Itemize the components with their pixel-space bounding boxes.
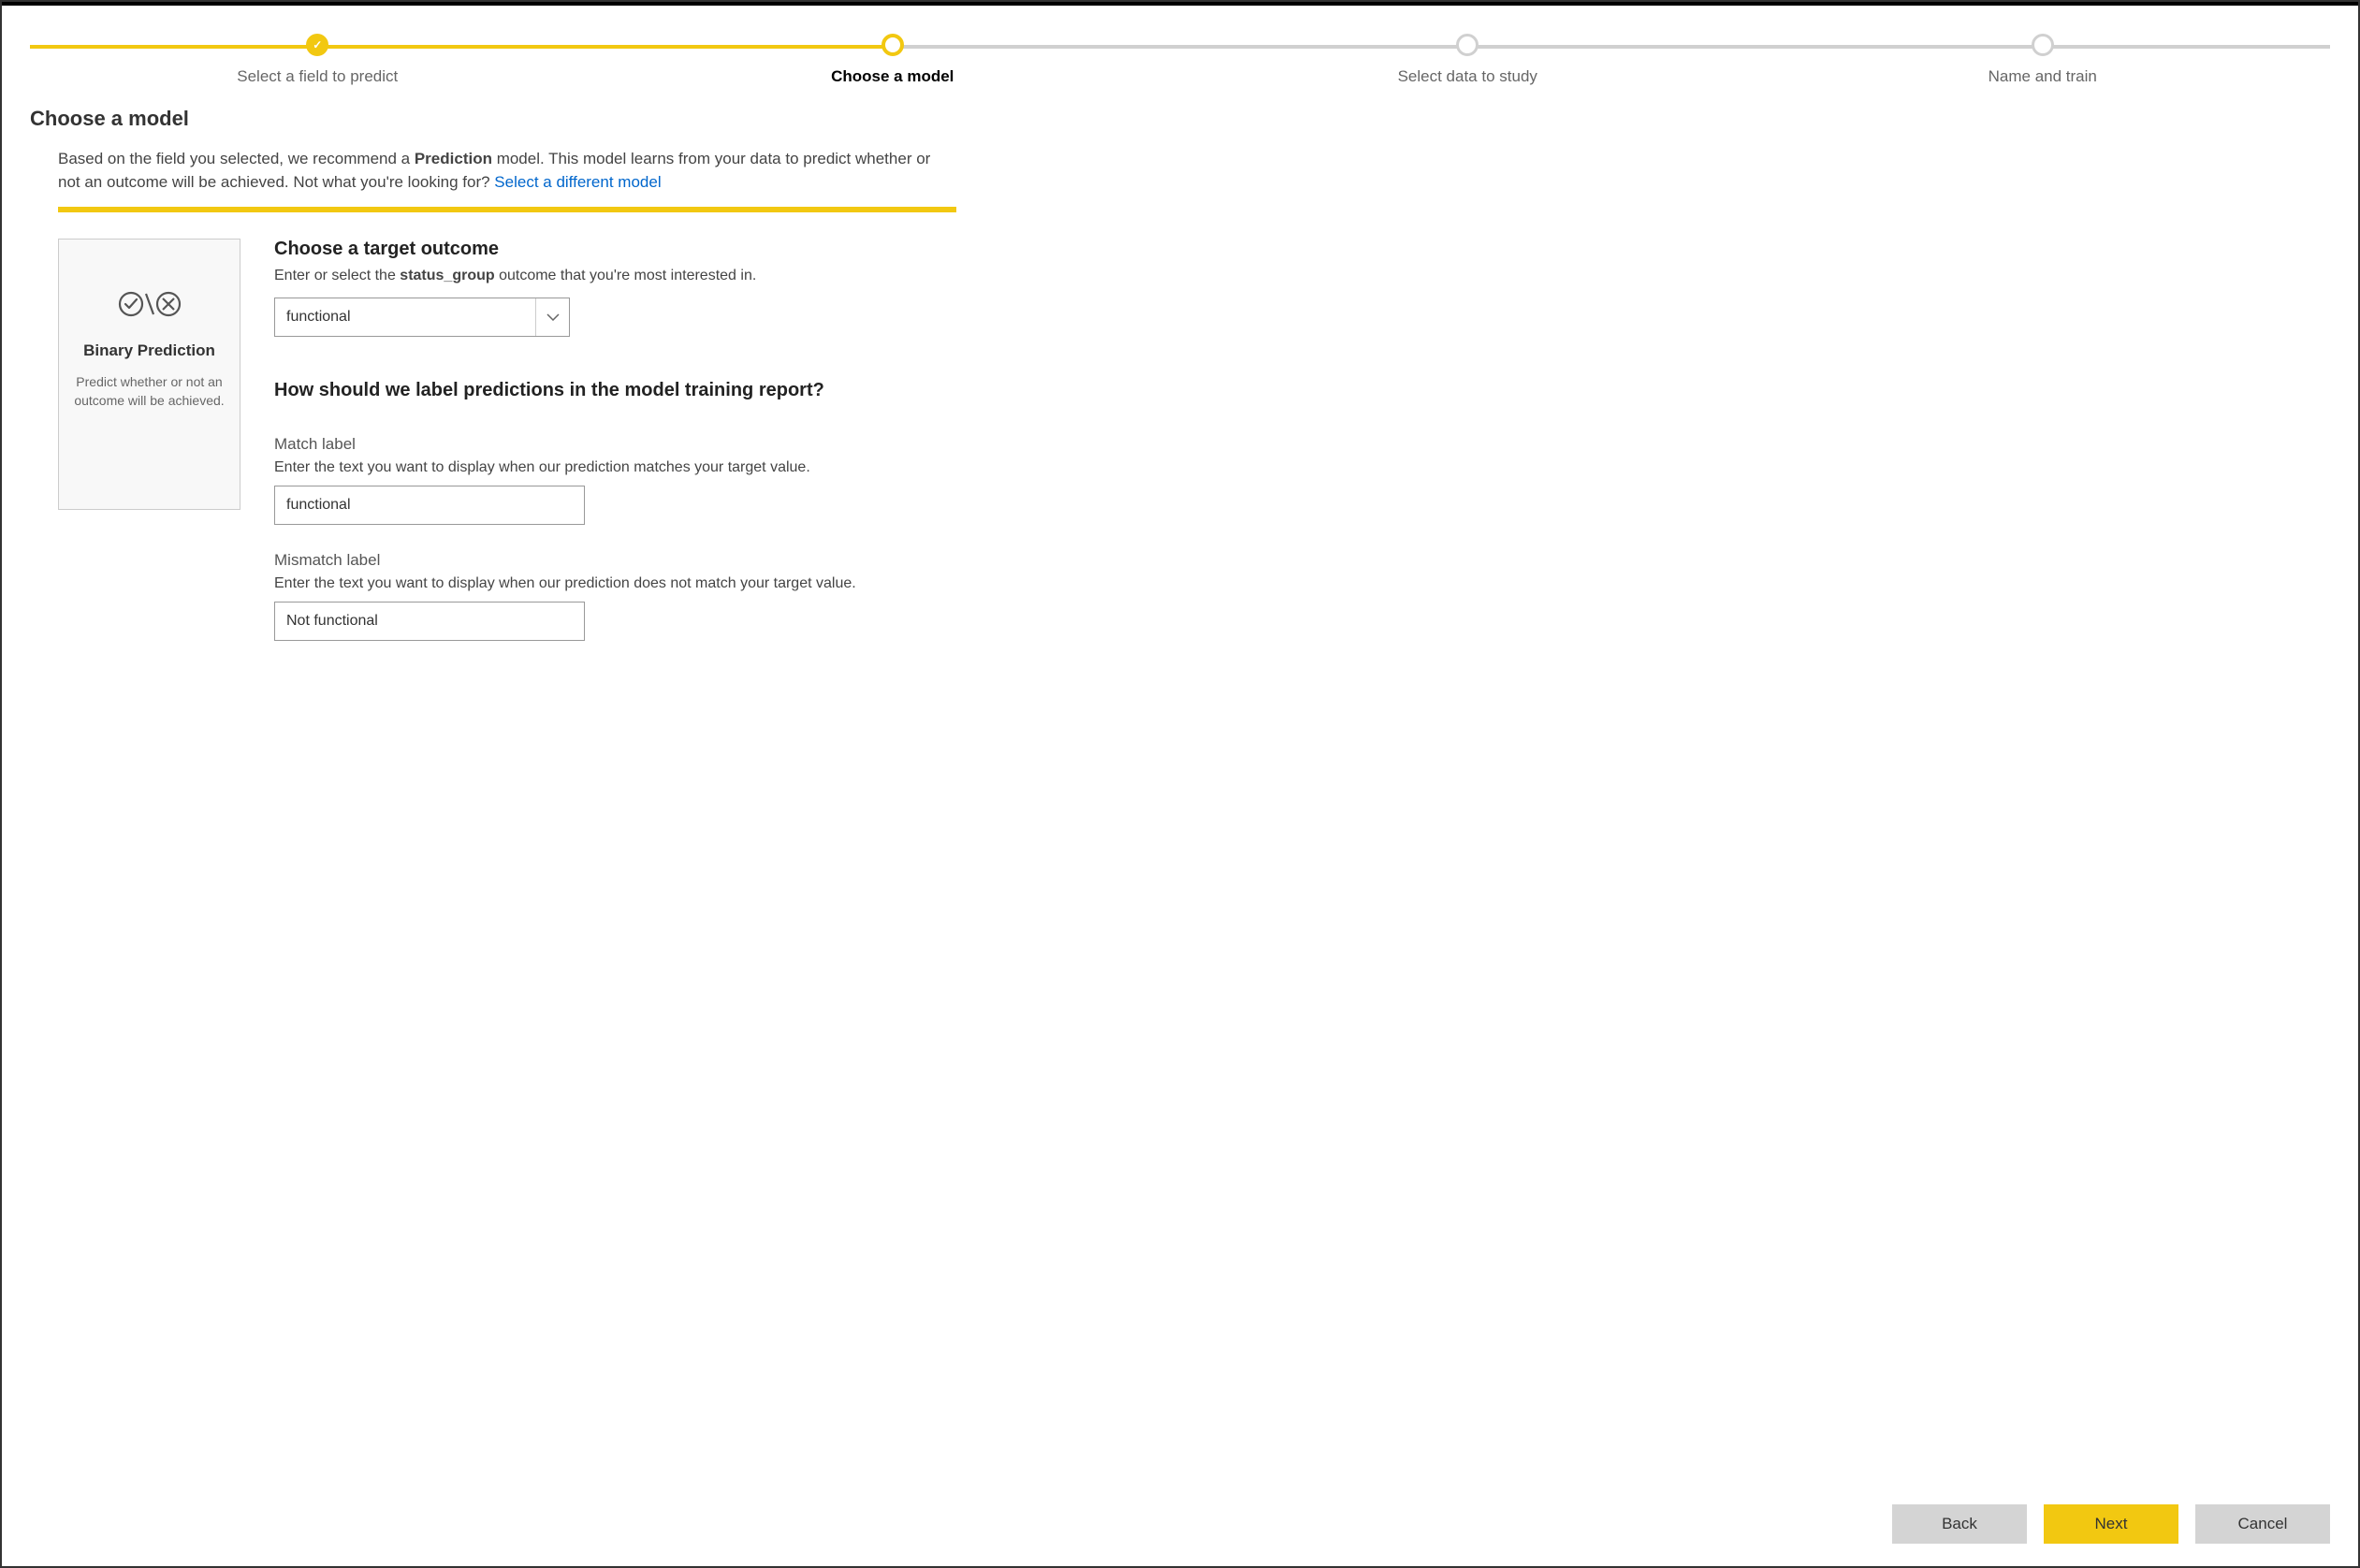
target-outcome-dropdown[interactable]: functional (274, 298, 570, 337)
wizard-footer: Back Next Cancel (2, 1486, 2358, 1566)
step-label: Choose a model (831, 67, 954, 86)
step-circle-upcoming (2032, 34, 2054, 56)
target-outcome-desc: Enter or select the status_group outcome… (274, 268, 948, 284)
labels-heading: How should we label predictions in the m… (274, 380, 948, 401)
dropdown-value: functional (275, 298, 535, 336)
next-button[interactable]: Next (2044, 1504, 2178, 1544)
step-label: Name and train (1989, 67, 2097, 86)
step-select-field[interactable]: ✓ Select a field to predict (30, 34, 605, 86)
step-label: Select a field to predict (237, 67, 398, 86)
checkmark-icon: ✓ (313, 38, 322, 51)
match-label-desc: Enter the text you want to display when … (274, 459, 948, 476)
target-outcome-heading: Choose a target outcome (274, 239, 948, 260)
intro-text: Based on the field you selected, we reco… (58, 148, 956, 194)
step-name-train[interactable]: Name and train (1755, 34, 2331, 86)
intro-before: Based on the field you selected, we reco… (58, 150, 415, 167)
content-area: Based on the field you selected, we reco… (2, 138, 2358, 1486)
step-circle-current (881, 34, 904, 56)
model-card-title: Binary Prediction (83, 341, 215, 360)
match-label-input[interactable] (274, 486, 585, 525)
chevron-down-icon (535, 298, 569, 336)
accent-divider (58, 207, 956, 212)
cancel-button[interactable]: Cancel (2195, 1504, 2330, 1544)
step-select-data[interactable]: Select data to study (1180, 34, 1755, 86)
page-title: Choose a model (2, 95, 2358, 138)
back-button[interactable]: Back (1892, 1504, 2027, 1544)
step-circle-completed: ✓ (306, 34, 328, 56)
main-area: Binary Prediction Predict whether or not… (58, 239, 2302, 641)
select-different-model-link[interactable]: Select a different model (494, 173, 661, 191)
target-desc-before: Enter or select the (274, 268, 400, 283)
target-field-name: status_group (400, 268, 494, 283)
target-desc-after: outcome that you're most interested in. (495, 268, 757, 283)
step-label: Select data to study (1398, 67, 1537, 86)
match-label-title: Match label (274, 435, 948, 454)
model-card-desc: Predict whether or not an outcome will b… (70, 373, 228, 410)
binary-prediction-icon (118, 288, 182, 325)
model-card-binary-prediction[interactable]: Binary Prediction Predict whether or not… (58, 239, 240, 510)
intro-model-word: Prediction (415, 150, 492, 167)
form-area: Choose a target outcome Enter or select … (274, 239, 948, 641)
wizard-stepper: ✓ Select a field to predict Choose a mod… (2, 6, 2358, 95)
mismatch-label-title: Mismatch label (274, 551, 948, 570)
mismatch-label-desc: Enter the text you want to display when … (274, 575, 948, 592)
step-circle-upcoming (1456, 34, 1479, 56)
step-choose-model[interactable]: Choose a model (605, 34, 1181, 86)
mismatch-label-input[interactable] (274, 602, 585, 641)
